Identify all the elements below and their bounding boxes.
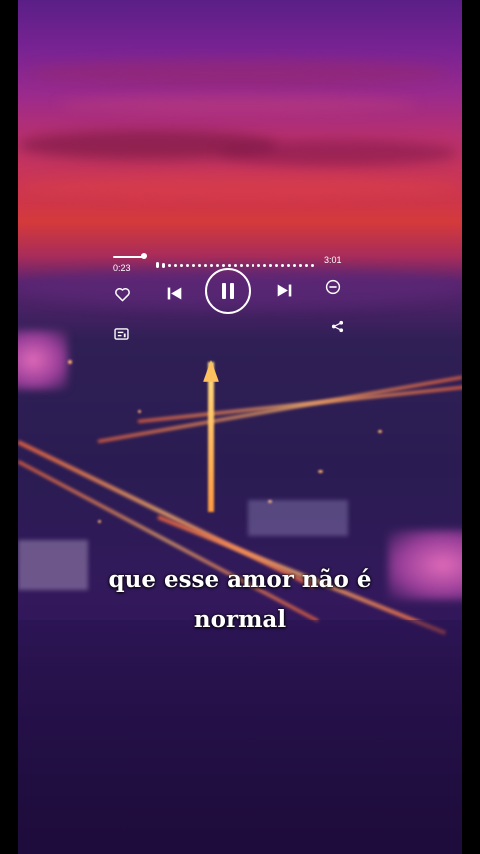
next-button[interactable] [273, 279, 295, 301]
play-pause-button[interactable] [205, 268, 251, 314]
lyrics-caption-line-1: que esse amor não é [108, 566, 372, 593]
elapsed-time: 0:23 [113, 263, 131, 273]
remove-button[interactable] [323, 277, 343, 297]
lyrics-caption-line-2: normal [193, 606, 287, 633]
video-frame: 0:23 3:01 que esse amor não é normal [0, 0, 480, 854]
pause-icon [222, 283, 234, 299]
skip-next-icon [277, 284, 291, 296]
minus-circle-icon [325, 279, 341, 295]
waveform-track[interactable] [156, 261, 315, 269]
lyrics-icon [113, 328, 129, 340]
lyrics-button[interactable] [112, 326, 130, 342]
share-button[interactable] [329, 318, 345, 334]
skip-previous-icon [167, 287, 181, 299]
music-player: 0:23 3:01 [0, 0, 480, 360]
previous-button[interactable] [163, 282, 185, 304]
duration-time: 3:01 [324, 255, 342, 265]
share-icon [331, 320, 343, 332]
heart-icon [114, 287, 130, 301]
like-button[interactable] [112, 284, 132, 304]
progress-handle[interactable] [141, 253, 147, 259]
